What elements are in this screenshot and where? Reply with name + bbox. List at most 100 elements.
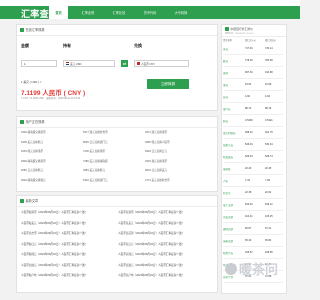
news-link[interactable]: 人民币兑日元（2023年08月22日）人民币汇率是多少钱？ bbox=[118, 242, 184, 246]
rates-value: 813.42 bbox=[245, 203, 253, 206]
conversion-link[interactable]: 3620 越南盾兑换韩元 bbox=[21, 178, 46, 182]
nav-uppercase-convert[interactable]: 大写转换 bbox=[169, 6, 193, 19]
rates-value: 7.99 bbox=[265, 179, 270, 182]
news-link[interactable]: 人民币和韩元（2023年08月22日）人民币汇率是多少钱？ bbox=[21, 252, 87, 256]
nav-rate-compare[interactable]: 汇率比较 bbox=[107, 6, 131, 19]
conversion-link[interactable]: 6082 日元兑换韩元 bbox=[21, 168, 43, 172]
conversion-link[interactable]: 2933 澳元兑换港币 bbox=[145, 159, 167, 163]
converter-title-text: 在线汇率换算 bbox=[25, 28, 45, 32]
rates-value: 20.29 bbox=[245, 167, 252, 170]
conversion-link[interactable]: 5322 美元兑换澳门元 bbox=[83, 178, 108, 182]
to-label: 兑换 bbox=[134, 43, 142, 48]
unit-line: 1 美元 ( USD ) = bbox=[21, 80, 42, 84]
rates-currency-link[interactable]: 韩元 bbox=[223, 119, 228, 123]
exchange-icon bbox=[20, 27, 24, 32]
from-label: 持有 bbox=[63, 43, 71, 48]
rates-currency-link[interactable]: 澳门元 bbox=[223, 107, 231, 111]
watermark-text: 暖茶问 bbox=[239, 262, 278, 278]
news-link[interactable]: 人民币兑澳元（2023年08月22日）人民币汇率是多少钱？ bbox=[118, 263, 184, 267]
rates-value: 0.5300 bbox=[245, 119, 253, 122]
rates-title-text: 中国银行外汇牌价 bbox=[230, 27, 253, 31]
rates-value: 104.41 bbox=[245, 215, 253, 218]
rates-currency-link[interactable]: 澳大利亚元 bbox=[223, 131, 236, 135]
article-icon bbox=[20, 198, 24, 203]
rates-currency-link[interactable]: 欧元 bbox=[223, 59, 228, 63]
conversion-link[interactable]: 7286 美元兑换越南盾 bbox=[83, 159, 108, 163]
rates-value: 783.99 bbox=[265, 59, 273, 62]
nav-rate-trend[interactable]: 汇率走势 bbox=[76, 6, 100, 19]
news-link[interactable]: 人民币兑欧元（2023年08月22日）人民币汇率是多少钱？ bbox=[21, 263, 87, 267]
to-currency-select[interactable]: 人民币 CNY bbox=[134, 60, 189, 67]
rates-value: 91.62 bbox=[245, 83, 252, 86]
conversion-link[interactable]: 7206 美元兑换港币 bbox=[83, 149, 105, 153]
rates-value: 67.41 bbox=[265, 227, 272, 230]
conversions-panel: 用户正在换算 bbox=[16, 116, 218, 192]
rates-currency-link[interactable]: 日元 bbox=[223, 95, 228, 99]
news-link[interactable]: 人民币兑港币（2023年08月22日）人民币汇率是多少钱？ bbox=[118, 210, 184, 214]
nav-currency-codes[interactable]: 货币代码 bbox=[138, 6, 162, 19]
rates-currency-link[interactable]: 港元 bbox=[223, 83, 228, 87]
rates-value: 65.32 bbox=[245, 239, 252, 242]
news-link[interactable]: 人民币和美元（2023年08月22日）人民币汇率是多少钱？ bbox=[21, 221, 87, 225]
conversion-link[interactable]: 3971 澳元兑换港币 bbox=[145, 130, 167, 134]
conversion-link[interactable]: 9013 日元兑换美元 bbox=[145, 168, 167, 172]
rates-currency-link[interactable]: 美元 bbox=[223, 47, 228, 51]
news-link[interactable]: 人民币兑美元（2023年08月22日）人民币汇率是多少钱？ bbox=[118, 221, 184, 225]
rates-column-header: 现汇卖出价 bbox=[265, 40, 276, 42]
rates-column-header: 现汇买入价 bbox=[245, 40, 256, 42]
rates-updated: 更新时间：2023-08-22 11:15:10 bbox=[225, 33, 254, 35]
rates-currency-link[interactable]: 新台币 bbox=[223, 191, 231, 195]
news-link[interactable]: 人民币兑台币（2023年08月22日）人民币汇率是多少钱？ bbox=[21, 231, 87, 235]
rates-currency-link[interactable]: 挪威克朗 bbox=[223, 227, 233, 231]
rates-currency-link[interactable]: 瑞士法郎 bbox=[223, 203, 233, 207]
nav-home[interactable]: 首页 bbox=[49, 6, 68, 19]
swap-button[interactable]: ⇄ bbox=[121, 60, 128, 67]
rates-currency-link[interactable]: 泰国铢 bbox=[223, 167, 231, 171]
rates-value: 526.46 bbox=[245, 143, 253, 146]
news-link[interactable]: 人民币和港币（2023年08月22日）人民币汇率是多少钱？ bbox=[21, 210, 87, 214]
watermark-emblem bbox=[225, 263, 237, 275]
rates-value: 526.04 bbox=[245, 155, 253, 158]
news-title: 最新文章 bbox=[20, 198, 38, 203]
conversion-link[interactable]: 3083 美元兑换韩元 bbox=[83, 168, 105, 172]
rates-value: 20.45 bbox=[265, 167, 272, 170]
rates-title: 中国银行外汇牌价 bbox=[225, 27, 253, 31]
rates-currency-link[interactable]: 新加坡元 bbox=[223, 155, 233, 159]
rates-currency-link[interactable]: 卢布 bbox=[223, 179, 228, 183]
rates-currency-link[interactable]: 英镑 bbox=[223, 71, 228, 75]
news-link[interactable]: 人民币和日元（2023年08月22日）人民币汇率是多少钱？ bbox=[21, 242, 87, 246]
rates-currency-link[interactable]: 瑞典克朗 bbox=[223, 239, 233, 243]
amount-label: 金额 bbox=[21, 43, 29, 48]
conversion-link[interactable]: 6263 韩元兑换港币 bbox=[21, 149, 43, 153]
reverse-rate-text: 1 CNY = 0.1405 USD 更新时间：2023-08-22 11:15… bbox=[21, 97, 81, 100]
news-link[interactable]: 人民币和卢布（2023年08月22日）人民币汇率是多少钱？ bbox=[21, 273, 87, 277]
rates-value: 66.87 bbox=[245, 227, 252, 230]
conversions-title: 用户正在换算 bbox=[20, 119, 45, 124]
rates-value: 819.12 bbox=[265, 203, 273, 206]
conversion-link[interactable]: 8665 日元兑换澳门元 bbox=[83, 140, 108, 144]
conversion-link[interactable]: 4865 韩元兑换人民币 bbox=[145, 140, 170, 144]
conversion-link[interactable]: 3330 越南盾兑换港币 bbox=[21, 130, 46, 134]
rates-currency-link[interactable]: 加拿大元 bbox=[223, 143, 233, 147]
rates-value: 913.98 bbox=[265, 71, 273, 74]
convert-button[interactable]: 立即换算 bbox=[147, 79, 189, 89]
conversion-link[interactable]: 6305 美元兑换韩元 bbox=[21, 140, 43, 144]
us-flag-icon bbox=[65, 62, 69, 65]
rates-value: 91.99 bbox=[265, 83, 272, 86]
users-icon bbox=[20, 119, 24, 124]
rates-currency-link[interactable]: 丹麦克朗 bbox=[223, 215, 233, 219]
conversion-link[interactable]: 9306 越南盾兑换港币 bbox=[21, 159, 46, 163]
from-currency-select[interactable]: 美元 USD bbox=[63, 60, 115, 67]
rates-value: 4.94 bbox=[265, 95, 270, 98]
cn-flag-icon bbox=[136, 62, 140, 65]
conversion-link[interactable]: 8429 日元兑换日元 bbox=[145, 149, 167, 153]
rates-value: 22.38 bbox=[245, 191, 252, 194]
news-link[interactable]: 人民币兑韩元（2023年08月22日）人民币汇率是多少钱？ bbox=[118, 252, 184, 256]
rates-value: 89.16 bbox=[265, 107, 272, 110]
conversion-link[interactable]: 5977 澳元兑换新台币 bbox=[83, 130, 108, 134]
news-link[interactable]: 人民币兑卢布（2023年08月22日）人民币汇率是多少钱？ bbox=[118, 273, 184, 277]
amount-input[interactable]: 1 bbox=[21, 60, 57, 67]
conversion-link[interactable]: 2774 美元兑换新台币 bbox=[145, 178, 170, 182]
from-currency-value: 美元 USD bbox=[70, 62, 82, 66]
news-link[interactable]: 人民币兑英镑（2023年08月22日）人民币汇率是多少钱？ bbox=[118, 231, 184, 235]
